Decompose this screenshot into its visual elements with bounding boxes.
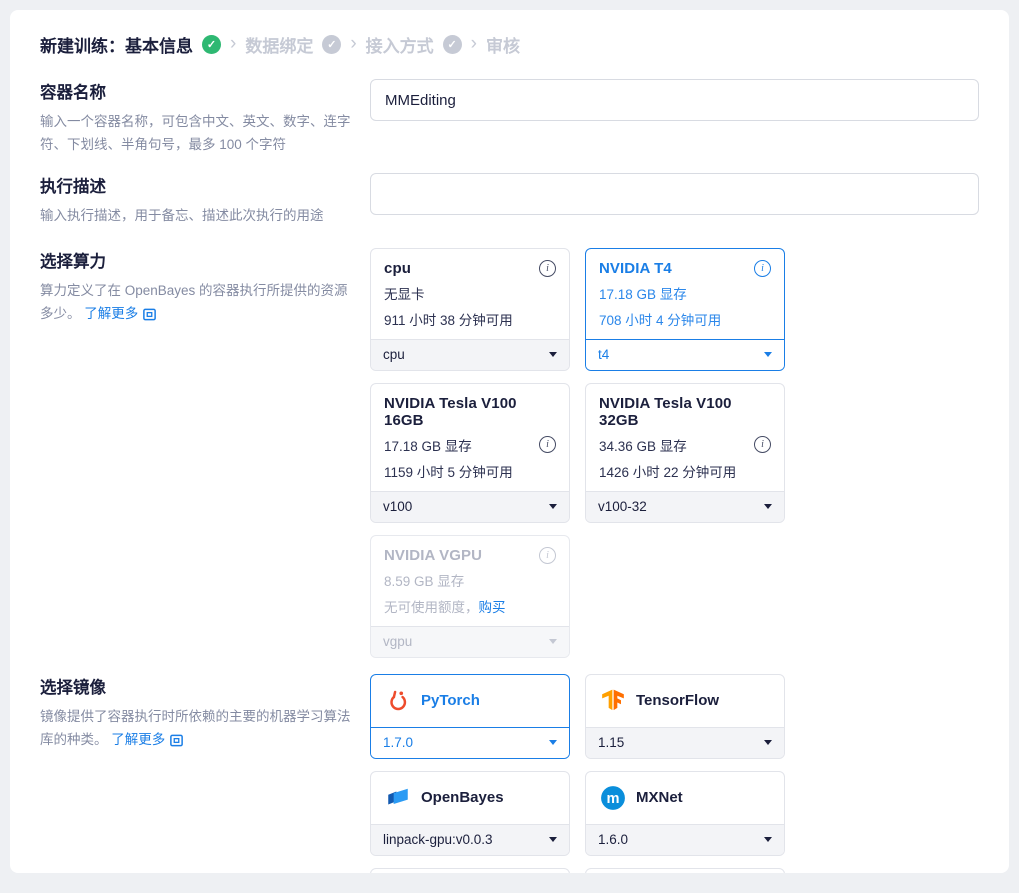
- image-card-name: PyTorch: [421, 692, 480, 709]
- compute-card-quota: 1426 小时 22 分钟可用: [599, 461, 771, 481]
- image-card-tensorflow[interactable]: TensorFlow 1.15: [585, 674, 785, 759]
- chevron-down-icon: [764, 504, 772, 509]
- compute-type-select-cpu[interactable]: cpu: [371, 339, 569, 370]
- breadcrumb: 新建训练：基本信息 ✓ › 数据绑定 ✓ › 接入方式 ✓ › 审核: [40, 32, 979, 57]
- image-card-pytorch[interactable]: PyTorch 1.7.0: [370, 674, 570, 759]
- exec-desc-label: 执行描述: [40, 173, 355, 197]
- compute-type-select-vgpu: vgpu: [371, 626, 569, 657]
- image-card-darknet[interactable]: Darknet master: [370, 868, 570, 873]
- compute-card-quota: 无可使用额度，: [384, 600, 479, 615]
- compute-card-vgpu: NVIDIA VGPU i 8.59 GB 显存 无可使用额度，购买 vgpu: [370, 535, 570, 658]
- compute-card-v100-16gb[interactable]: NVIDIA Tesla V100 16GB 17.18 GB 显存 i 115…: [370, 383, 570, 523]
- compute-type-select-v100-32[interactable]: v100-32: [586, 491, 784, 522]
- mxnet-logo: m: [600, 785, 626, 811]
- chevron-right-icon: ›: [350, 33, 356, 55]
- image-section: 选择镜像 镜像提供了容器执行时所依赖的主要的机器学习算法库的种类。 了解更多: [40, 674, 979, 873]
- compute-card-gpu-info: 34.36 GB 显存: [599, 435, 687, 455]
- compute-section: 选择算力 算力定义了在 OpenBayes 的容器执行所提供的资源多少。 了解更…: [40, 248, 979, 658]
- breadcrumb-step-access-mode[interactable]: 接入方式: [366, 32, 434, 57]
- openbayes-logo: [385, 785, 411, 811]
- compute-card-title: NVIDIA VGPU: [384, 547, 482, 564]
- info-icon[interactable]: i: [539, 547, 556, 564]
- chevron-down-icon: [549, 504, 557, 509]
- buy-quota-link[interactable]: 购买: [479, 600, 506, 615]
- chevron-down-icon: [764, 352, 772, 357]
- chevron-down-icon: [764, 740, 772, 745]
- compute-card-title: cpu: [384, 260, 411, 277]
- info-icon[interactable]: i: [539, 436, 556, 453]
- svg-text:m: m: [607, 791, 620, 807]
- exec-desc-input[interactable]: [370, 173, 979, 215]
- exec-desc-row: 执行描述 输入执行描述，用于备忘、描述此次执行的用途: [40, 173, 979, 228]
- chevron-down-icon: [549, 352, 557, 357]
- compute-card-v100-32gb[interactable]: NVIDIA Tesla V100 32GB 34.36 GB 显存 i 142…: [585, 383, 785, 523]
- compute-card-gpu-info: 17.18 GB 显存: [599, 283, 771, 303]
- compute-type-select-v100[interactable]: v100: [371, 491, 569, 522]
- image-version-select-pytorch[interactable]: 1.7.0: [371, 727, 569, 758]
- step-check-icon: ✓: [443, 35, 462, 54]
- compute-type-select-t4[interactable]: t4: [586, 339, 784, 370]
- image-label: 选择镜像: [40, 674, 355, 698]
- chevron-down-icon: [764, 837, 772, 842]
- compute-card-t4[interactable]: NVIDIA T4 i 17.18 GB 显存 708 小时 4 分钟可用 t4: [585, 248, 785, 371]
- image-desc: 镜像提供了容器执行时所依赖的主要的机器学习算法库的种类。: [40, 709, 351, 747]
- doc-icon: [169, 733, 184, 748]
- compute-card-quota: 911 小时 38 分钟可用: [384, 309, 556, 329]
- tensorflow-logo: [600, 688, 626, 714]
- step-complete-icon: ✓: [202, 35, 221, 54]
- image-learn-more-link[interactable]: 了解更多: [111, 729, 184, 752]
- container-name-label: 容器名称: [40, 79, 355, 103]
- image-card-cpp-develop[interactable]: cpp-develop pytorch-protobuf-grpc.2: [585, 868, 785, 873]
- chevron-down-icon: [549, 837, 557, 842]
- chevron-down-icon: [549, 740, 557, 745]
- breadcrumb-step-review[interactable]: 审核: [486, 32, 520, 57]
- step-check-icon: ✓: [322, 35, 341, 54]
- chevron-right-icon: ›: [230, 33, 236, 55]
- image-card-name: TensorFlow: [636, 692, 719, 709]
- compute-card-title: NVIDIA Tesla V100 32GB: [599, 395, 771, 429]
- info-icon[interactable]: i: [754, 260, 771, 277]
- page-title: 新建训练：基本信息: [40, 32, 193, 57]
- container-name-row: 容器名称 输入一个容器名称，可包含中文、英文、数字、连字符、下划线、半角句号，最…: [40, 79, 979, 157]
- compute-card-title: NVIDIA Tesla V100 16GB: [384, 395, 556, 429]
- chevron-right-icon: ›: [471, 33, 477, 55]
- container-name-input[interactable]: [370, 79, 979, 121]
- exec-desc-hint: 输入执行描述，用于备忘、描述此次执行的用途: [40, 205, 355, 228]
- compute-card-cpu[interactable]: cpu i 无显卡 911 小时 38 分钟可用 cpu: [370, 248, 570, 371]
- image-version-select-openbayes[interactable]: linpack-gpu:v0.0.3: [371, 824, 569, 855]
- container-name-desc: 输入一个容器名称，可包含中文、英文、数字、连字符、下划线、半角句号，最多 100…: [40, 111, 355, 157]
- image-card-mxnet[interactable]: m MXNet 1.6.0: [585, 771, 785, 856]
- chevron-down-icon: [549, 639, 557, 644]
- compute-card-title: NVIDIA T4: [599, 260, 672, 277]
- breadcrumb-step-data-binding[interactable]: 数据绑定: [245, 32, 313, 57]
- compute-card-gpu-info: 17.18 GB 显存: [384, 435, 472, 455]
- compute-card-quota: 708 小时 4 分钟可用: [599, 309, 771, 329]
- compute-card-gpu-info: 无显卡: [384, 283, 556, 303]
- compute-card-quota: 1159 小时 5 分钟可用: [384, 461, 556, 481]
- compute-card-gpu-info: 8.59 GB 显存: [384, 570, 556, 590]
- image-card-name: MXNet: [636, 789, 683, 806]
- image-version-select-mxnet[interactable]: 1.6.0: [586, 824, 784, 855]
- image-card-name: OpenBayes: [421, 789, 504, 806]
- info-icon[interactable]: i: [539, 260, 556, 277]
- doc-icon: [142, 307, 157, 322]
- image-version-select-tensorflow[interactable]: 1.15: [586, 727, 784, 758]
- info-icon[interactable]: i: [754, 436, 771, 453]
- compute-label: 选择算力: [40, 248, 355, 272]
- new-training-form: 新建训练：基本信息 ✓ › 数据绑定 ✓ › 接入方式 ✓ › 审核 容器名称 …: [10, 10, 1009, 873]
- pytorch-logo: [385, 688, 411, 714]
- compute-learn-more-link[interactable]: 了解更多: [84, 303, 157, 326]
- image-card-openbayes[interactable]: OpenBayes linpack-gpu:v0.0.3: [370, 771, 570, 856]
